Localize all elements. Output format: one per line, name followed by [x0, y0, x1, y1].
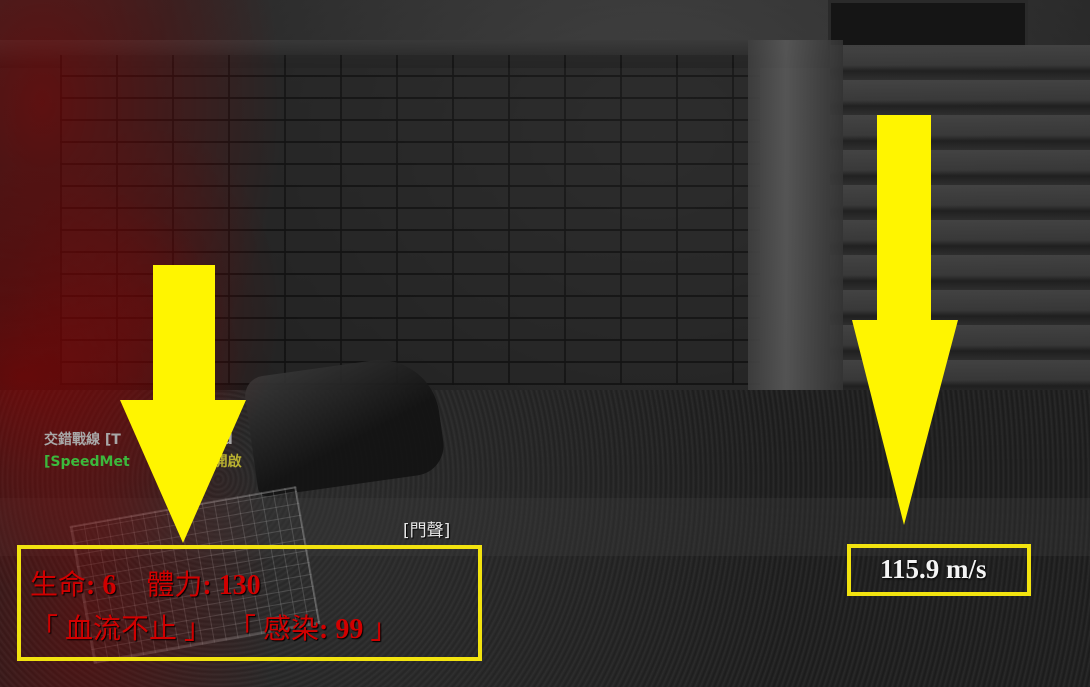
infection-label: 「 感染 — [228, 614, 320, 645]
health-value: : 6 — [86, 570, 117, 601]
stamina-label: 體力 — [146, 570, 203, 601]
chat-line-2-prefix: [SpeedMet — [44, 454, 130, 470]
infection-close: 」 — [363, 614, 399, 645]
chat-line-1-prefix: 交錯戰線 — [44, 432, 100, 448]
sound-caption: [門聲] — [403, 521, 451, 541]
status-line-2: 「 血流不止 」「 感染: 99 」 — [30, 607, 398, 647]
arrow-down-icon — [852, 115, 958, 525]
bleeding-status: 「 血流不止 」 — [30, 614, 213, 645]
door-frame — [828, 0, 1028, 50]
concrete-pillar — [748, 40, 843, 435]
stamina-value: : 130 — [202, 570, 261, 601]
infection-value: : 99 — [319, 614, 364, 645]
health-label: 生命 — [30, 570, 87, 601]
game-scene: 交錯戰線 [T eed [SpeedMet開啟 [門聲] 生命: 6體力: 13… — [0, 0, 1090, 687]
status-line-1: 生命: 6 體力: 130 — [30, 563, 261, 603]
speedometer-value: 115.9 m/s — [880, 554, 987, 584]
arrow-down-icon — [120, 265, 246, 543]
